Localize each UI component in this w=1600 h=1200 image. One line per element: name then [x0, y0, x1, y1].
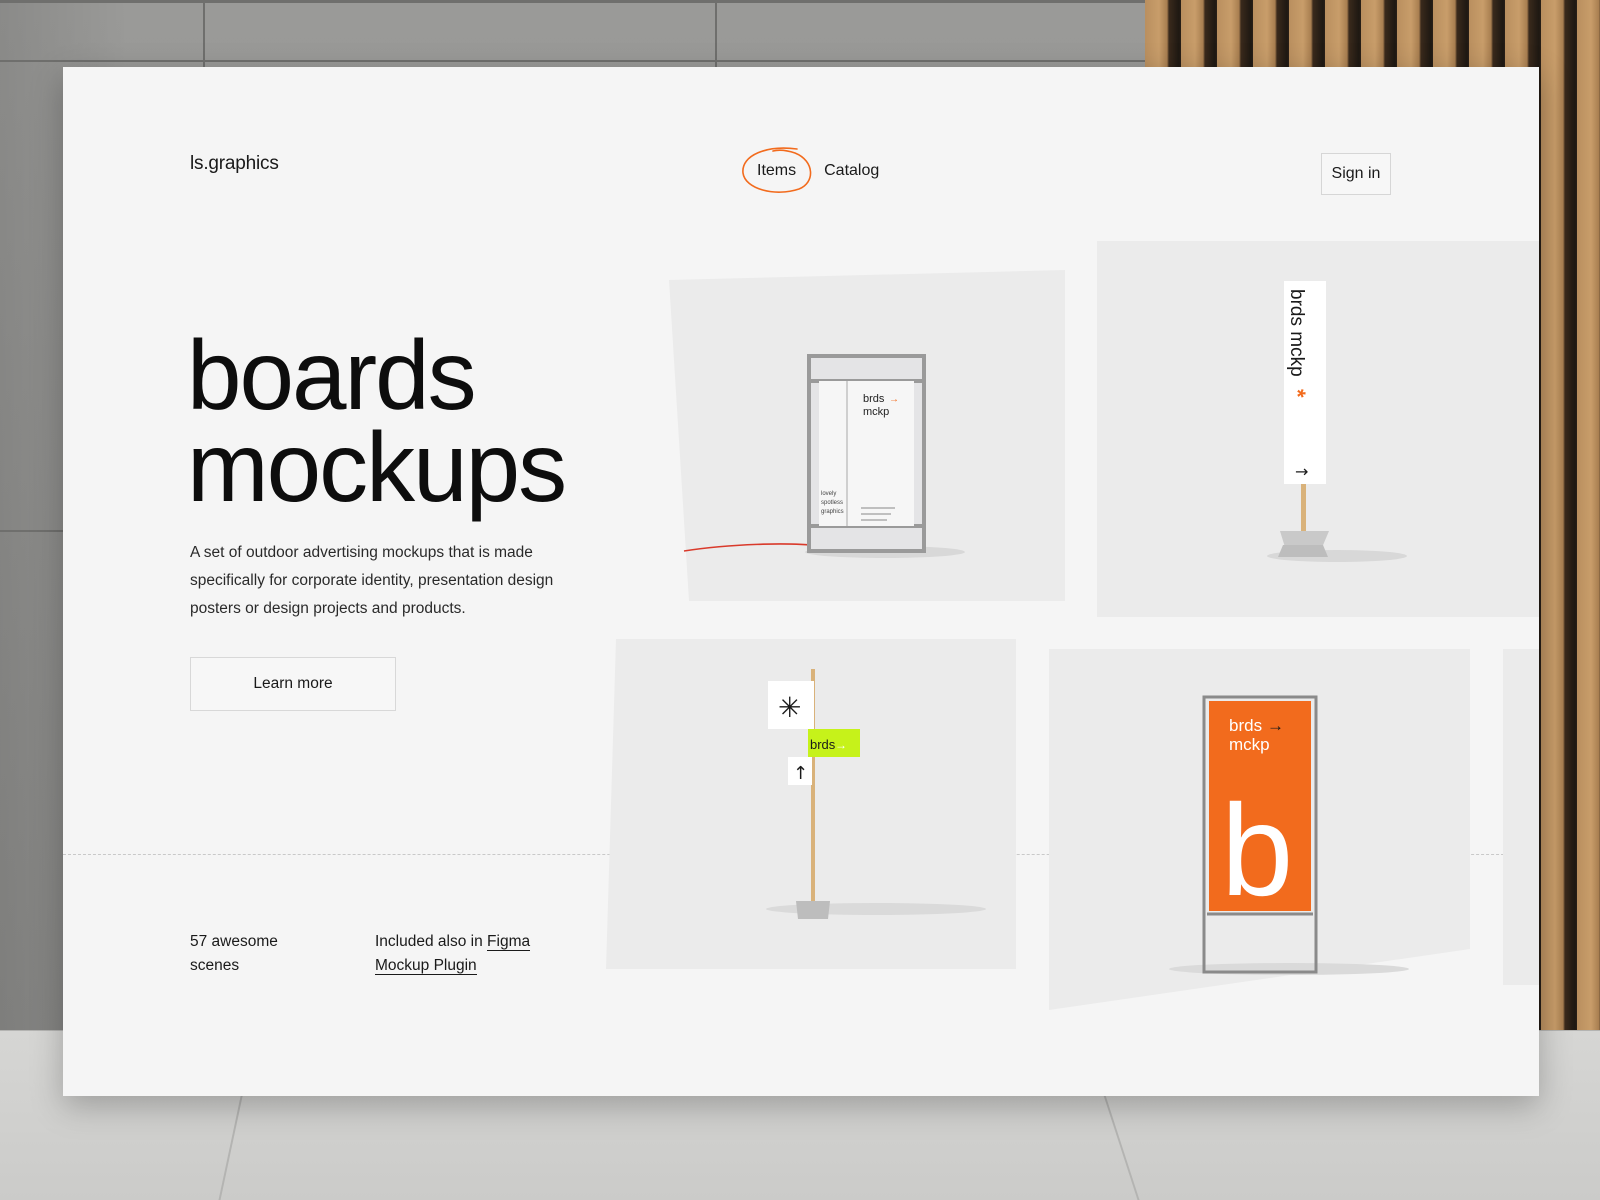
signpost-mockup-image: ✳ brds → ↑: [606, 639, 1016, 969]
wall-seam: [0, 530, 63, 532]
scenes-count-line: scenes: [190, 957, 240, 974]
svg-text:→: →: [889, 394, 899, 405]
title-line: boards: [187, 320, 477, 430]
sign-in-button[interactable]: Sign in: [1321, 153, 1391, 195]
site-logo[interactable]: ls.graphics: [190, 153, 279, 175]
lightbox-mockup-image: brds → mckp lovely spotless graphics: [669, 270, 1065, 601]
lightbox-brand-text: mckp: [863, 406, 889, 418]
asterisk-icon: ✳: [778, 691, 801, 724]
signpost-sign-text: brds: [810, 737, 836, 752]
wall-seam: [0, 60, 1145, 62]
tile-lightbox-mockup[interactable]: brds → mckp lovely spotless graphics: [669, 270, 1065, 601]
figma-plugin-note: Included also in Figma Mockup Plugin: [375, 930, 531, 978]
asterisk-icon: *: [1285, 389, 1310, 398]
floor-tile-line: [1102, 1092, 1140, 1200]
banner-brand-text: brds: [1229, 716, 1262, 735]
included-prefix: Included also in: [375, 933, 488, 950]
wall-seam: [0, 0, 1145, 3]
wall-seam: [203, 0, 205, 67]
figma-link[interactable]: Mockup Plugin: [375, 957, 477, 975]
scenes-count: 57 awesome scenes: [190, 930, 278, 978]
arrow-right-icon: →: [1295, 462, 1308, 481]
flag-vertical-text: brds mckp: [1286, 289, 1307, 377]
svg-text:→: →: [835, 738, 847, 752]
banner-big-letter: b: [1221, 777, 1293, 923]
tile-partial-mockup[interactable]: [1503, 649, 1539, 985]
scenes-count-line: 57 awesome: [190, 933, 278, 950]
wall-seam: [715, 0, 717, 67]
main-nav: Items Catalog: [742, 147, 893, 193]
hero-description: A set of outdoor advertising mockups tha…: [190, 544, 554, 617]
svg-text:→: →: [1267, 716, 1284, 735]
banner-brand-text: mckp: [1229, 735, 1270, 754]
lightbox-side-text: spotless: [821, 500, 843, 506]
nav-item-catalog[interactable]: Catalog: [810, 159, 893, 183]
floor-tile-line: [218, 1092, 244, 1200]
tile-signpost-mockup[interactable]: ✳ brds → ↑: [606, 639, 1016, 969]
lightbox-side-text: graphics: [821, 509, 844, 515]
lightbox-side-text: lovely: [821, 491, 836, 497]
learn-more-button[interactable]: Learn more: [190, 657, 396, 711]
lightbox-brand-text: brds: [863, 393, 885, 405]
tile-banner-mockup[interactable]: brds → mckp b: [1049, 649, 1470, 1010]
landing-card: ls.graphics Items Catalog Sign in boards…: [63, 67, 1539, 1096]
arrow-up-icon: ↑: [793, 763, 808, 784]
figma-link[interactable]: Figma: [487, 933, 531, 951]
nav-item-label: Items: [757, 162, 797, 179]
nav-item-items[interactable]: Items: [742, 147, 812, 193]
nav-item-label: Catalog: [824, 162, 880, 179]
flag-mockup-image: brds mckp * →: [1267, 281, 1407, 562]
banner-mockup-image: brds → mckp b: [1049, 649, 1470, 1010]
tile-flag-mockup[interactable]: brds mckp * →: [1097, 241, 1539, 617]
page-title: boards mockups: [187, 320, 567, 522]
title-line: mockups: [187, 412, 567, 522]
